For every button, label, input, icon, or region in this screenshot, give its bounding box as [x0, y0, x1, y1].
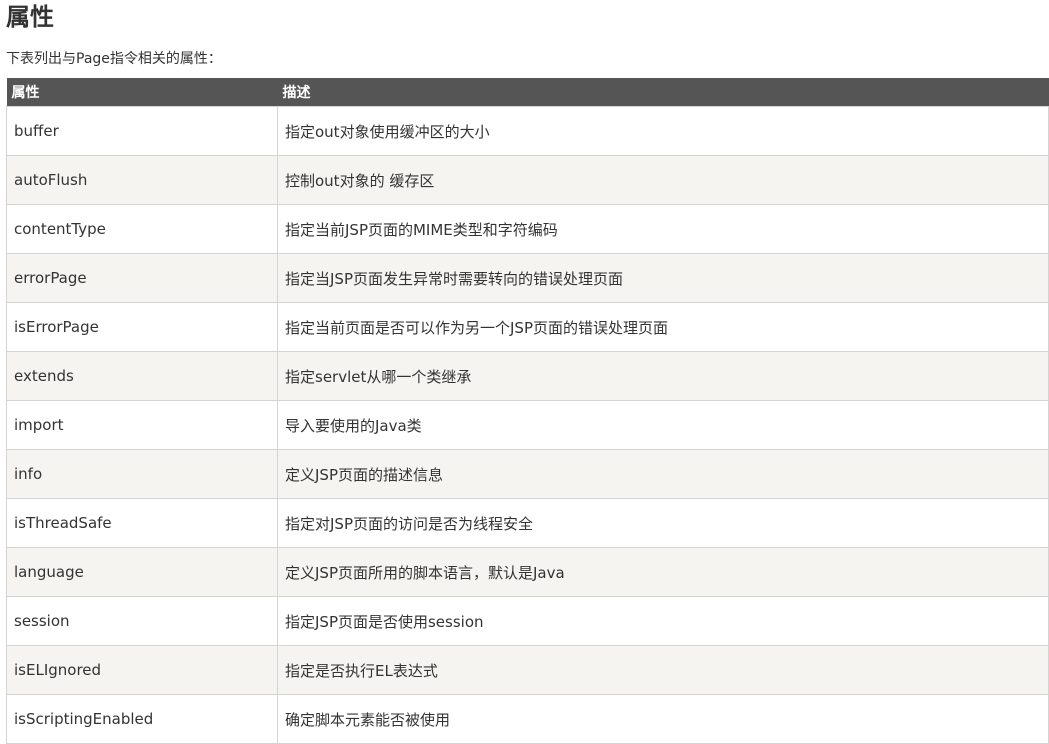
attribute-name-cell: isELIgnored — [6, 645, 278, 695]
attribute-description-cell: 指定out对象使用缓冲区的大小 — [277, 106, 1049, 156]
attribute-name-cell: session — [6, 596, 278, 646]
attribute-description-cell: 定义JSP页面所用的脚本语言，默认是Java — [277, 547, 1049, 597]
attribute-description-cell: 指定是否执行EL表达式 — [277, 645, 1049, 695]
table-row: errorPage 指定当JSP页面发生异常时需要转向的错误处理页面 — [6, 253, 1049, 303]
table-row: contentType 指定当前JSP页面的MIME类型和字符编码 — [6, 204, 1049, 254]
column-header-description: 描述 — [277, 78, 1049, 107]
table-row: extends 指定servlet从哪一个类继承 — [6, 351, 1049, 401]
table-row: language 定义JSP页面所用的脚本语言，默认是Java — [6, 547, 1049, 597]
attribute-description-cell: 指定当前页面是否可以作为另一个JSP页面的错误处理页面 — [277, 302, 1049, 352]
table-row: import 导入要使用的Java类 — [6, 400, 1049, 450]
table-row: autoFlush 控制out对象的 缓存区 — [6, 155, 1049, 205]
attribute-name-cell: extends — [6, 351, 278, 401]
table-row: info 定义JSP页面的描述信息 — [6, 449, 1049, 499]
attribute-description-cell: 定义JSP页面的描述信息 — [277, 449, 1049, 499]
table-row: session 指定JSP页面是否使用session — [6, 596, 1049, 646]
attribute-description-cell: 确定脚本元素能否被使用 — [277, 694, 1049, 744]
attribute-description-cell: 指定servlet从哪一个类继承 — [277, 351, 1049, 401]
article-content: 属性 下表列出与Page指令相关的属性： 属性 描述 buffer 指定out对… — [6, 0, 1049, 744]
column-header-attribute: 属性 — [6, 78, 278, 107]
attribute-name-cell: contentType — [6, 204, 278, 254]
table-header-row: 属性 描述 — [6, 78, 1049, 107]
attribute-description-cell: 指定当前JSP页面的MIME类型和字符编码 — [277, 204, 1049, 254]
attribute-description-cell: 指定当JSP页面发生异常时需要转向的错误处理页面 — [277, 253, 1049, 303]
attribute-description-cell: 指定对JSP页面的访问是否为线程安全 — [277, 498, 1049, 548]
table-row: isThreadSafe 指定对JSP页面的访问是否为线程安全 — [6, 498, 1049, 548]
page-title: 属性 — [6, 3, 54, 31]
attribute-description-cell: 指定JSP页面是否使用session — [277, 596, 1049, 646]
intro-text: 下表列出与Page指令相关的属性： — [6, 51, 222, 67]
attribute-name-cell: autoFlush — [6, 155, 278, 205]
attribute-name-cell: isErrorPage — [6, 302, 278, 352]
table-row: isScriptingEnabled 确定脚本元素能否被使用 — [6, 694, 1049, 744]
attribute-description-cell: 控制out对象的 缓存区 — [277, 155, 1049, 205]
attribute-name-cell: buffer — [6, 106, 278, 156]
attribute-name-cell: errorPage — [6, 253, 278, 303]
attribute-name-cell: isThreadSafe — [6, 498, 278, 548]
attribute-description-cell: 导入要使用的Java类 — [277, 400, 1049, 450]
attribute-name-cell: info — [6, 449, 278, 499]
attribute-name-cell: language — [6, 547, 278, 597]
table-row: isErrorPage 指定当前页面是否可以作为另一个JSP页面的错误处理页面 — [6, 302, 1049, 352]
attribute-name-cell: isScriptingEnabled — [6, 694, 278, 744]
attribute-name-cell: import — [6, 400, 278, 450]
table-row: buffer 指定out对象使用缓冲区的大小 — [6, 106, 1049, 156]
page-directive-attributes-table: 属性 描述 buffer 指定out对象使用缓冲区的大小 autoFlush 控… — [6, 78, 1049, 744]
table-row: isELIgnored 指定是否执行EL表达式 — [6, 645, 1049, 695]
